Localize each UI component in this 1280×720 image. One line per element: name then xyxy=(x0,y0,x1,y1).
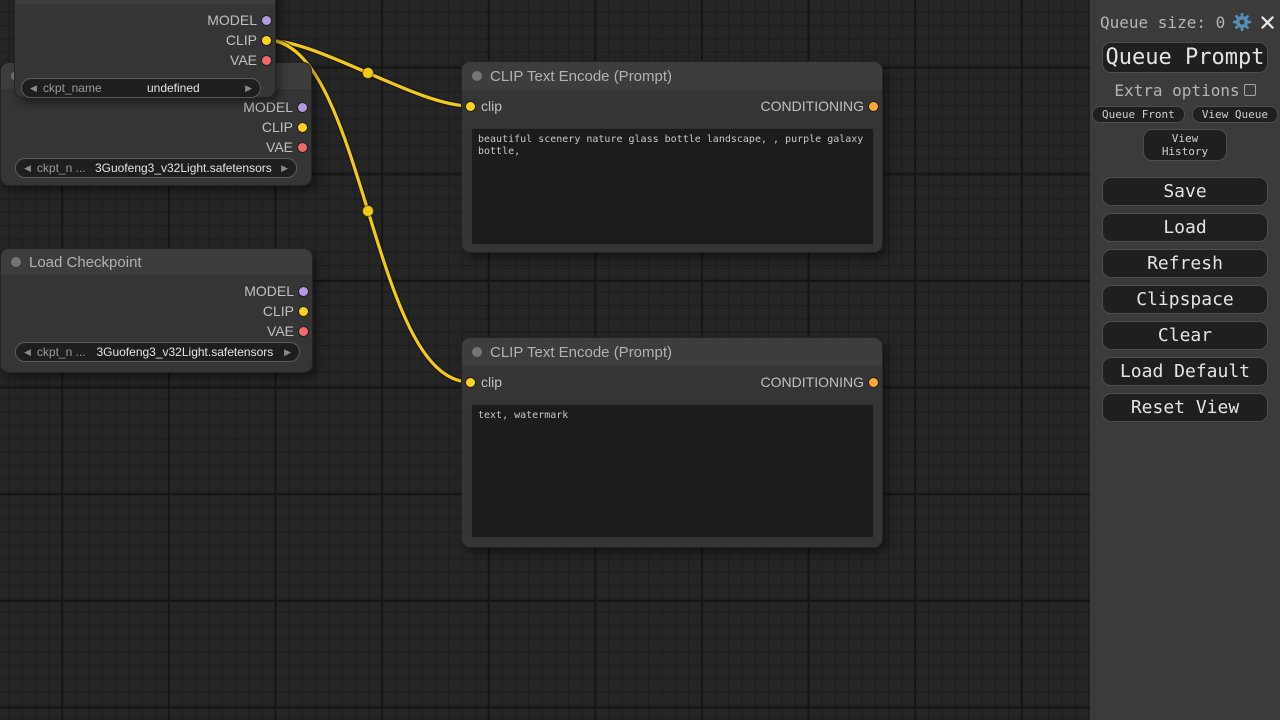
vae-output-port[interactable] xyxy=(262,56,271,65)
clip-input-slot: clip xyxy=(462,96,502,116)
vae-output-port[interactable] xyxy=(298,143,307,152)
queue-prompt-button[interactable]: Queue Prompt xyxy=(1102,42,1268,73)
positive-prompt-textarea[interactable]: beautiful scenery nature glass bottle la… xyxy=(471,128,874,245)
ckpt-name-widget[interactable]: ◀ ckpt_n ... 3Guofeng3_v32Light.safetens… xyxy=(15,158,297,178)
conditioning-output-slot: CONDITIONING xyxy=(761,96,882,116)
vae-output-slot: VAE xyxy=(15,50,275,70)
clip-output-label: CLIP xyxy=(226,32,257,48)
node-title: CLIP Text Encode (Prompt) xyxy=(490,68,672,85)
extra-options-label: Extra options xyxy=(1114,81,1239,100)
save-button[interactable]: Save xyxy=(1102,177,1268,206)
widget-name: ckpt_name xyxy=(43,81,102,95)
vae-output-label: VAE xyxy=(230,52,257,68)
model-output-slot: MODEL xyxy=(15,10,275,30)
widget-prev-arrow-icon[interactable]: ◀ xyxy=(24,163,31,174)
menu-header: Queue size: 0 xyxy=(1100,12,1270,32)
widget-next-arrow-icon[interactable]: ▶ xyxy=(281,163,288,174)
clear-button[interactable]: Clear xyxy=(1102,321,1268,350)
widget-value: 3Guofeng3_v32Light.safetensors xyxy=(92,161,275,175)
widget-prev-arrow-icon[interactable]: ◀ xyxy=(30,83,37,94)
model-output-slot: MODEL xyxy=(1,97,311,117)
conditioning-output-slot: CONDITIONING xyxy=(761,372,882,392)
reset-view-button[interactable]: Reset View xyxy=(1102,393,1268,422)
clip-input-port[interactable] xyxy=(466,378,475,387)
clip-output-slot: CLIP xyxy=(15,30,275,50)
close-menu-icon[interactable] xyxy=(1259,14,1276,31)
node-title-bar[interactable]: CLIP Text Encode (Prompt) xyxy=(462,62,882,90)
clip-output-label: CLIP xyxy=(263,303,294,319)
node-status-dot xyxy=(472,347,482,357)
queue-size-label: Queue size: 0 xyxy=(1100,13,1225,32)
load-default-button[interactable]: Load Default xyxy=(1102,357,1268,386)
negative-prompt-textarea[interactable]: text, watermark xyxy=(471,404,874,538)
widget-value: undefined xyxy=(108,81,239,95)
vae-output-slot: VAE xyxy=(1,137,311,157)
load-checkpoint-node-top[interactable]: MODEL CLIP VAE ◀ ckpt_name undefined ▶ xyxy=(15,0,275,97)
widget-value: 3Guofeng3_v32Light.safetensors xyxy=(92,345,278,359)
clip-text-encode-positive-node[interactable]: CLIP Text Encode (Prompt) clip CONDITION… xyxy=(462,62,882,252)
clip-output-slot: CLIP xyxy=(1,301,312,321)
clip-output-port[interactable] xyxy=(262,36,271,45)
node-status-dot xyxy=(11,257,21,267)
model-output-port[interactable] xyxy=(262,16,271,25)
clip-output-port[interactable] xyxy=(298,123,307,132)
vae-output-label: VAE xyxy=(266,139,293,155)
clip-input-slot: clip xyxy=(462,372,502,392)
model-output-label: MODEL xyxy=(243,99,293,115)
menu-actions: Save Load Refresh Clipspace Clear Load D… xyxy=(1102,177,1268,422)
link-midpoint-dot xyxy=(363,68,374,79)
model-output-port[interactable] xyxy=(299,287,308,296)
link-midpoint-dot xyxy=(363,206,374,217)
widget-next-arrow-icon[interactable]: ▶ xyxy=(284,347,291,358)
model-output-slot: MODEL xyxy=(1,281,312,301)
ckpt-name-widget[interactable]: ◀ ckpt_n ... 3Guofeng3_v32Light.safetens… xyxy=(15,342,300,362)
refresh-button[interactable]: Refresh xyxy=(1102,249,1268,278)
extra-options-checkbox[interactable] xyxy=(1244,84,1256,96)
widget-next-arrow-icon[interactable]: ▶ xyxy=(245,83,252,94)
vae-output-label: VAE xyxy=(267,323,294,339)
graph-canvas[interactable]: MODEL CLIP VAE ◀ ckpt_n ... 3Guofeng3_v3… xyxy=(0,0,1280,720)
view-queue-button[interactable]: View Queue xyxy=(1192,106,1278,123)
clip-input-label: clip xyxy=(481,98,502,114)
load-button[interactable]: Load xyxy=(1102,213,1268,242)
clip-input-label: clip xyxy=(481,374,502,390)
conditioning-output-port[interactable] xyxy=(869,102,878,111)
clip-output-label: CLIP xyxy=(262,119,293,135)
model-output-port[interactable] xyxy=(298,103,307,112)
widget-name: ckpt_n ... xyxy=(37,345,86,359)
clip-input-port[interactable] xyxy=(466,102,475,111)
clip-output-port[interactable] xyxy=(299,307,308,316)
clipspace-button[interactable]: Clipspace xyxy=(1102,285,1268,314)
conditioning-output-label: CONDITIONING xyxy=(761,98,864,114)
model-output-label: MODEL xyxy=(207,12,257,28)
settings-gear-icon[interactable] xyxy=(1232,12,1252,32)
node-title: CLIP Text Encode (Prompt) xyxy=(490,344,672,361)
ckpt-name-widget[interactable]: ◀ ckpt_name undefined ▶ xyxy=(21,78,261,98)
load-checkpoint-node[interactable]: Load Checkpoint MODEL CLIP VAE ◀ ckpt_n … xyxy=(1,249,312,372)
queue-front-button[interactable]: Queue Front xyxy=(1092,106,1185,123)
node-status-dot xyxy=(472,71,482,81)
view-history-button[interactable]: View History xyxy=(1143,129,1227,161)
widget-prev-arrow-icon[interactable]: ◀ xyxy=(24,347,31,358)
clip-output-slot: CLIP xyxy=(1,117,311,137)
model-output-label: MODEL xyxy=(244,283,294,299)
comfy-menu: Queue size: 0 xyxy=(1090,0,1280,720)
conditioning-output-port[interactable] xyxy=(869,378,878,387)
vae-output-port[interactable] xyxy=(299,327,308,336)
node-title: Load Checkpoint xyxy=(29,254,142,271)
clip-text-encode-negative-node[interactable]: CLIP Text Encode (Prompt) clip CONDITION… xyxy=(462,338,882,547)
node-title-bar[interactable]: Load Checkpoint xyxy=(1,249,312,275)
node-title-bar[interactable]: CLIP Text Encode (Prompt) xyxy=(462,338,882,366)
widget-name: ckpt_n ... xyxy=(37,161,86,175)
conditioning-output-label: CONDITIONING xyxy=(761,374,864,390)
vae-output-slot: VAE xyxy=(1,321,312,341)
